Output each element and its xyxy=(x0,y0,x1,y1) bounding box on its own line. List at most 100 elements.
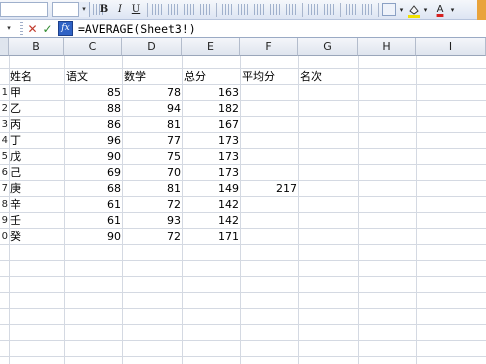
worksheet-grid[interactable]: 姓名 语文 数学 总分 平均分 名次 1 甲 85 78 163 2 乙 88 … xyxy=(0,56,486,364)
header-total[interactable]: 总分 xyxy=(184,69,238,84)
enter-icon[interactable]: ✓ xyxy=(41,21,54,37)
cell-chinese[interactable]: 69 xyxy=(64,165,121,180)
cell-average[interactable] xyxy=(240,117,297,132)
font-size-box[interactable]: ▾ xyxy=(52,2,90,17)
cell-average[interactable] xyxy=(240,229,297,244)
cell-average[interactable] xyxy=(240,101,297,116)
fill-color-icon[interactable] xyxy=(406,2,422,18)
cell-total[interactable]: 142 xyxy=(182,213,239,228)
cell-average[interactable] xyxy=(240,133,297,148)
comma-style-icon[interactable] xyxy=(254,4,264,15)
cell-total[interactable]: 149 xyxy=(182,181,239,196)
row-number[interactable]: 1 xyxy=(0,85,8,100)
cell-chinese[interactable]: 90 xyxy=(64,229,121,244)
cell-chinese[interactable]: 90 xyxy=(64,149,121,164)
row-number[interactable]: 7 xyxy=(0,181,8,196)
align-center-icon[interactable] xyxy=(168,4,178,15)
formula-input[interactable]: =AVERAGE(Sheet3!) xyxy=(78,21,484,37)
select-all-corner[interactable] xyxy=(0,38,9,56)
row-number[interactable]: 6 xyxy=(0,165,8,180)
cell-total[interactable]: 163 xyxy=(182,85,239,100)
column-header-g[interactable]: G xyxy=(298,38,358,56)
cell-total[interactable]: 171 xyxy=(182,229,239,244)
cell-math[interactable]: 70 xyxy=(122,165,181,180)
cell-name[interactable]: 甲 xyxy=(10,85,21,100)
cell-chinese[interactable]: 61 xyxy=(64,197,121,212)
column-header-i[interactable]: I xyxy=(416,38,486,56)
font-name-box[interactable] xyxy=(0,2,48,17)
cell-chinese[interactable]: 85 xyxy=(64,85,121,100)
cell-total[interactable]: 167 xyxy=(182,117,239,132)
cell-average[interactable] xyxy=(240,197,297,212)
column-header-c[interactable]: C xyxy=(64,38,122,56)
currency-icon[interactable] xyxy=(222,4,232,15)
row-number[interactable]: 8 xyxy=(0,197,8,212)
cell-total[interactable]: 173 xyxy=(182,149,239,164)
cell-math[interactable]: 93 xyxy=(122,213,181,228)
cell-total[interactable]: 173 xyxy=(182,165,239,180)
header-chinese[interactable]: 语文 xyxy=(66,69,120,84)
align-right-icon[interactable] xyxy=(184,4,194,15)
cell-chinese[interactable]: 61 xyxy=(64,213,121,228)
sort-icon[interactable] xyxy=(346,4,356,15)
merge-center-icon[interactable] xyxy=(200,4,210,15)
insert-function-button[interactable]: fx xyxy=(58,21,73,36)
fill-color-dropdown[interactable]: ▾ xyxy=(421,2,430,18)
header-name[interactable]: 姓名 xyxy=(10,69,63,84)
toolbar-options-chevron-icon[interactable] xyxy=(477,0,486,20)
increase-indent-icon[interactable] xyxy=(324,4,334,15)
cell-average[interactable] xyxy=(240,165,297,180)
italic-button[interactable]: I xyxy=(112,2,128,18)
row-number[interactable]: 2 xyxy=(0,101,8,116)
column-header-e[interactable]: E xyxy=(182,38,240,56)
cell-math[interactable]: 81 xyxy=(122,117,181,132)
column-header-d[interactable]: D xyxy=(122,38,182,56)
decrease-indent-icon[interactable] xyxy=(308,4,318,15)
cell-chinese[interactable]: 88 xyxy=(64,101,121,116)
cell-math[interactable]: 78 xyxy=(122,85,181,100)
increase-decimal-icon[interactable] xyxy=(270,4,280,15)
cell-math[interactable]: 75 xyxy=(122,149,181,164)
cell-math[interactable]: 81 xyxy=(122,181,181,196)
underline-button[interactable]: U xyxy=(128,2,144,18)
bold-button[interactable]: B xyxy=(96,2,112,18)
column-header-b[interactable]: B xyxy=(9,38,64,56)
cell-average[interactable] xyxy=(240,149,297,164)
font-size-dropdown[interactable]: ▾ xyxy=(78,2,89,17)
cell-math[interactable]: 94 xyxy=(122,101,181,116)
cell-chinese[interactable]: 86 xyxy=(64,117,121,132)
row-number[interactable]: 0 xyxy=(0,229,8,244)
row-number[interactable]: 4 xyxy=(0,133,8,148)
percent-icon[interactable] xyxy=(238,4,248,15)
header-math[interactable]: 数学 xyxy=(124,69,180,84)
row-number[interactable]: 5 xyxy=(0,149,8,164)
namebox-dropdown[interactable]: ▾ xyxy=(0,21,18,36)
cell-name[interactable]: 丁 xyxy=(10,133,21,148)
cell-name[interactable]: 丙 xyxy=(10,117,21,132)
column-header-h[interactable]: H xyxy=(358,38,416,56)
cell-name[interactable]: 壬 xyxy=(10,213,21,228)
cell-name[interactable]: 乙 xyxy=(10,101,21,116)
cell-name[interactable]: 癸 xyxy=(10,229,21,244)
borders-icon[interactable] xyxy=(382,3,396,16)
cell-math[interactable]: 77 xyxy=(122,133,181,148)
cell-average[interactable]: 217 xyxy=(240,181,297,196)
cell-name[interactable]: 辛 xyxy=(10,197,21,212)
borders-dropdown[interactable]: ▾ xyxy=(397,2,406,18)
cell-total[interactable]: 173 xyxy=(182,133,239,148)
cell-chinese[interactable]: 68 xyxy=(64,181,121,196)
cell-name[interactable]: 戊 xyxy=(10,149,21,164)
decrease-decimal-icon[interactable] xyxy=(286,4,296,15)
row-number[interactable]: 9 xyxy=(0,213,8,228)
cell-name[interactable]: 庚 xyxy=(10,181,21,196)
header-rank[interactable]: 名次 xyxy=(300,69,356,84)
align-left-icon[interactable] xyxy=(152,4,162,15)
cell-total[interactable]: 182 xyxy=(182,101,239,116)
text-direction-icon[interactable] xyxy=(362,4,372,15)
header-average[interactable]: 平均分 xyxy=(242,69,296,84)
font-color-button[interactable]: A xyxy=(432,2,448,18)
cell-math[interactable]: 72 xyxy=(122,197,181,212)
cell-average[interactable] xyxy=(240,85,297,100)
cell-chinese[interactable]: 96 xyxy=(64,133,121,148)
cell-total[interactable]: 142 xyxy=(182,197,239,212)
